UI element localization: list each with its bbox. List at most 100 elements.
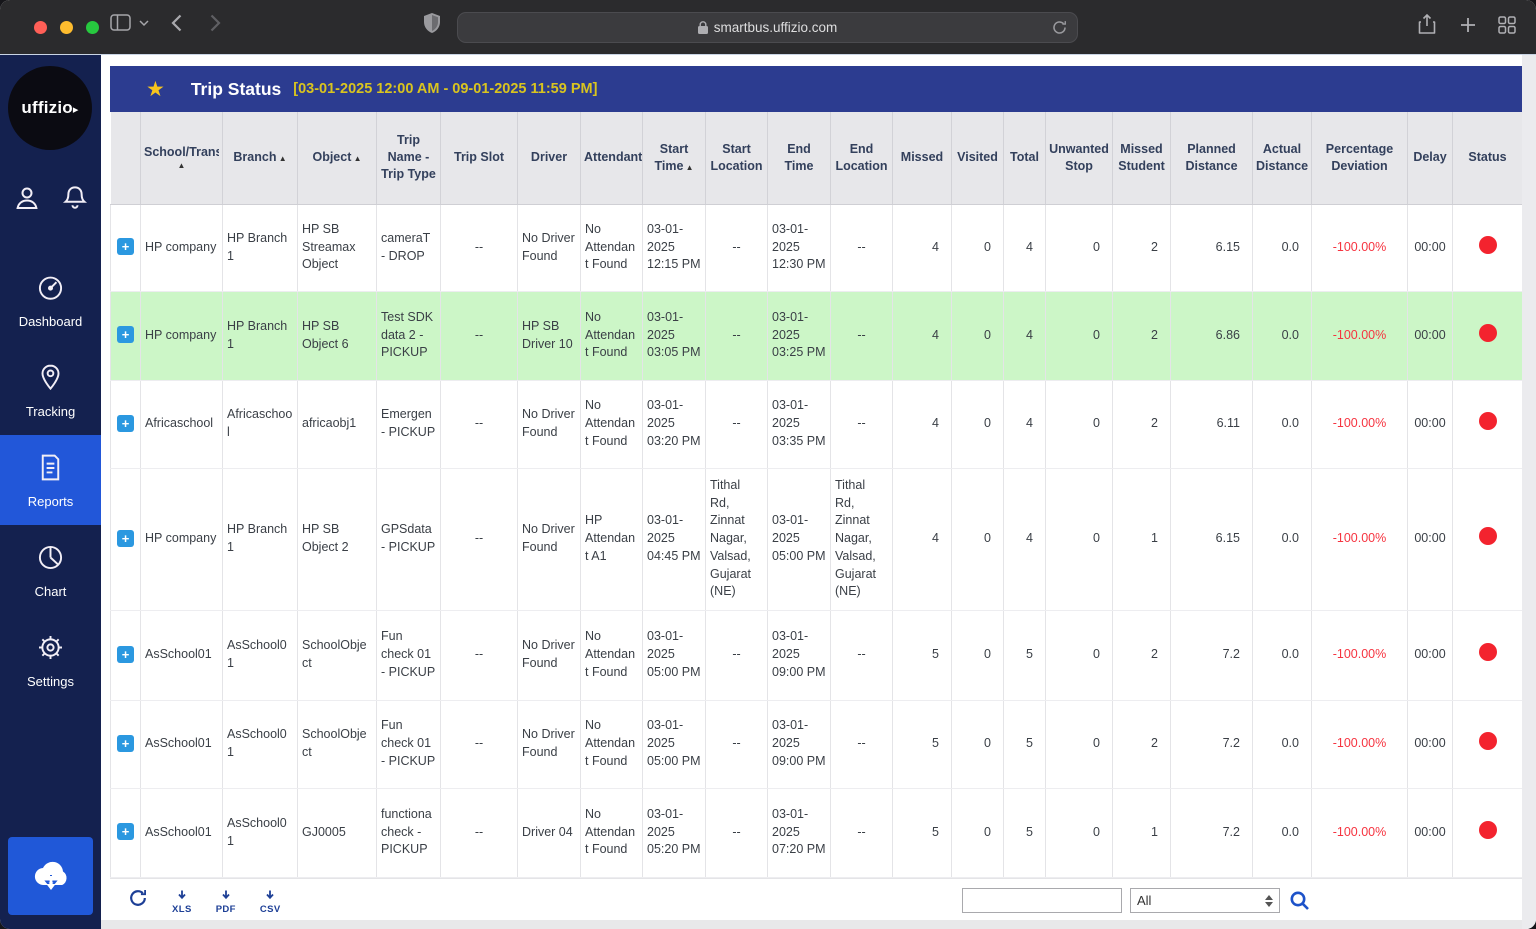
cell-object: africaobj1: [298, 380, 377, 468]
close-button[interactable]: [34, 21, 47, 34]
cell-actual-distance: 0.0: [1253, 610, 1312, 700]
reports-document-icon: [35, 452, 66, 488]
expand-row-button[interactable]: +: [117, 823, 134, 840]
column-header-missed-student[interactable]: Missed Student: [1113, 112, 1171, 204]
back-button[interactable]: [171, 14, 182, 32]
dashboard-gauge-icon: [35, 272, 66, 308]
sidebar-toggle-icon[interactable]: [110, 14, 131, 31]
cell-end-time: 03-01-2025 09:00 PM: [768, 700, 831, 788]
table-footer-toolbar: XLS PDF CSV All: [110, 878, 1522, 923]
cell-object: GJ0005: [298, 788, 377, 877]
notifications-bell-icon[interactable]: [60, 183, 90, 218]
sidebar-item-settings[interactable]: Settings: [0, 615, 101, 705]
column-header-unwanted-stop[interactable]: Unwanted Stop: [1046, 112, 1113, 204]
share-icon[interactable]: [1418, 14, 1436, 35]
cell-driver: No Driver Found: [518, 204, 581, 291]
expand-row-button[interactable]: +: [117, 326, 134, 343]
cell-actual-distance: 0.0: [1253, 204, 1312, 291]
cell-trip-slot: --: [441, 468, 518, 610]
column-header-branch[interactable]: Branch ▲: [223, 112, 298, 204]
sort-asc-icon: ▲: [351, 154, 361, 163]
cell-visited: 0: [952, 700, 1004, 788]
download-arrow-icon: [176, 887, 188, 905]
column-header-planned-distance[interactable]: Planned Distance: [1171, 112, 1253, 204]
column-header-trip-name-trip-type[interactable]: Trip Name - Trip Type: [377, 112, 441, 204]
browser-window: smartbus.uffizio.com uffizio▸: [0, 0, 1536, 929]
sidebar-item-chart[interactable]: Chart: [0, 525, 101, 615]
status-indicator: [1479, 527, 1497, 545]
cell-start-time: 03-01-2025 05:00 PM: [643, 610, 706, 700]
column-header-actual-distance[interactable]: Actual Distance: [1253, 112, 1312, 204]
download-arrow-icon: [220, 887, 232, 905]
cell-unwanted-stop: 0: [1046, 468, 1113, 610]
cell-attendant: No Attendant Found: [581, 788, 643, 877]
address-bar[interactable]: smartbus.uffizio.com: [457, 12, 1078, 43]
status-indicator: [1479, 236, 1497, 254]
search-button[interactable]: [1288, 889, 1312, 913]
column-header-driver[interactable]: Driver: [518, 112, 581, 204]
column-header-start-time[interactable]: Start Time ▲: [643, 112, 706, 204]
sidebar-item-tracking[interactable]: Tracking: [0, 345, 101, 435]
export-pdf-button[interactable]: PDF: [216, 887, 236, 915]
cell-missed-student: 2: [1113, 204, 1171, 291]
column-header-missed[interactable]: Missed: [893, 112, 952, 204]
cell-planned-distance: 7.2: [1171, 700, 1253, 788]
expand-row-button[interactable]: +: [117, 735, 134, 752]
tab-overview-icon[interactable]: [1498, 16, 1516, 34]
expand-row-button[interactable]: +: [117, 646, 134, 663]
column-header-start-location[interactable]: Start Location: [706, 112, 768, 204]
column-header-trip-slot[interactable]: Trip Slot: [441, 112, 518, 204]
main-content: ★ Trip Status [03-01-2025 12:00 AM - 09-…: [101, 55, 1536, 929]
cell-missed-student: 2: [1113, 700, 1171, 788]
column-header-object[interactable]: Object ▲: [298, 112, 377, 204]
cell-percentage-deviation: -100.00%: [1312, 291, 1408, 380]
refresh-icon[interactable]: [128, 888, 148, 913]
new-tab-icon[interactable]: [1460, 17, 1476, 33]
sort-asc-icon: ▲: [276, 154, 286, 163]
status-indicator: [1479, 324, 1497, 342]
cell-trip-slot: --: [441, 204, 518, 291]
column-header-end-location[interactable]: End Location: [831, 112, 893, 204]
zoom-button[interactable]: [86, 21, 99, 34]
cloud-download-button[interactable]: [8, 837, 93, 915]
cell-delay: 00:00: [1408, 700, 1453, 788]
cell-school: HP company: [141, 291, 223, 380]
sidebar-item-dashboard[interactable]: Dashboard: [0, 255, 101, 345]
expand-row-button[interactable]: +: [117, 530, 134, 547]
table-row: +HP companyHP Branch 1HP SB Streamax Obj…: [111, 204, 1523, 291]
column-header-end-time[interactable]: End Time: [768, 112, 831, 204]
column-header-percentage-deviation[interactable]: Percentage Deviation: [1312, 112, 1408, 204]
export-csv-button[interactable]: CSV: [260, 887, 281, 915]
chevron-down-icon[interactable]: [139, 20, 149, 27]
export-xls-button[interactable]: XLS: [172, 887, 192, 915]
expand-row-button[interactable]: +: [117, 415, 134, 432]
cell-missed-student: 2: [1113, 380, 1171, 468]
expand-row-button[interactable]: +: [117, 238, 134, 255]
scroll-gutter[interactable]: [1522, 55, 1536, 929]
status-indicator: [1479, 821, 1497, 839]
column-header-delay[interactable]: Delay: [1408, 112, 1453, 204]
reload-icon[interactable]: [1051, 19, 1068, 36]
cell-percentage-deviation: -100.00%: [1312, 700, 1408, 788]
cell-actual-distance: 0.0: [1253, 700, 1312, 788]
user-icon[interactable]: [12, 183, 42, 218]
column-header-total[interactable]: Total: [1004, 112, 1046, 204]
column-filter-select[interactable]: All: [1130, 888, 1280, 913]
column-header-visited[interactable]: Visited: [952, 112, 1004, 204]
cell-missed-student: 2: [1113, 291, 1171, 380]
sidebar-item-label: Chart: [35, 584, 67, 599]
column-header-status[interactable]: Status: [1453, 112, 1523, 204]
cell-attendant: No Attendant Found: [581, 291, 643, 380]
column-header-attendant[interactable]: Attendant: [581, 112, 643, 204]
column-header-school[interactable]: School/Transport▲: [141, 112, 223, 204]
minimize-button[interactable]: [60, 21, 73, 34]
cell-visited: 0: [952, 610, 1004, 700]
shield-icon[interactable]: [424, 13, 440, 33]
favorite-star-icon[interactable]: ★: [146, 77, 165, 102]
sidebar-item-reports[interactable]: Reports: [0, 435, 101, 525]
search-input[interactable]: [962, 888, 1122, 913]
cell-branch: AsSchool01: [223, 788, 298, 877]
cell-school: AsSchool01: [141, 610, 223, 700]
cell-start-location: --: [706, 291, 768, 380]
forward-button[interactable]: [210, 14, 221, 32]
